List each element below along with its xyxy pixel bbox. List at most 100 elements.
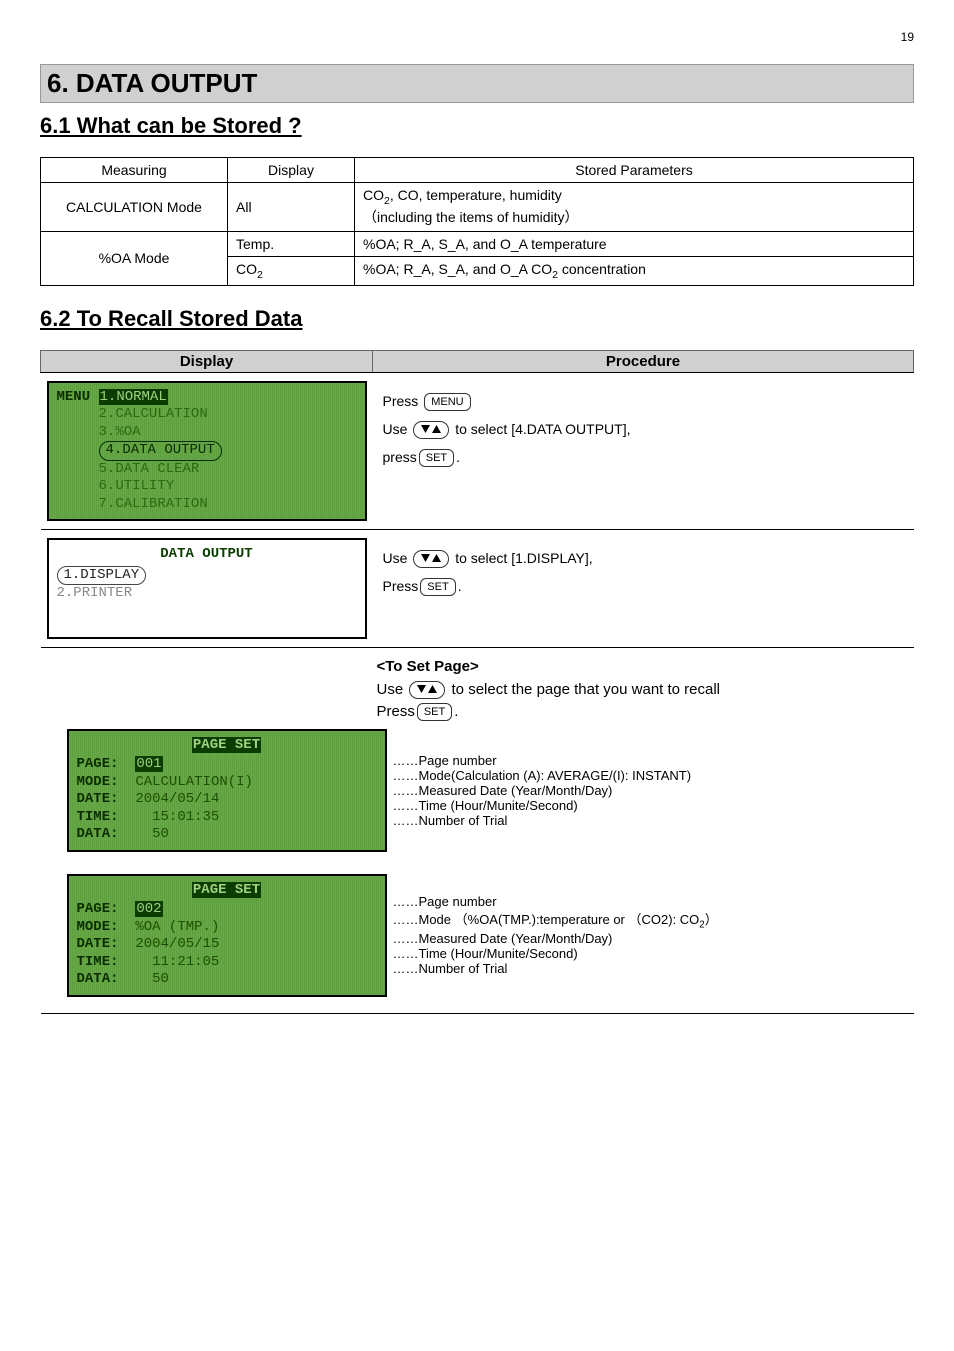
t1-r1c3-c: （including the items of humidity） — [363, 209, 579, 225]
note1-1: ……Page number — [393, 753, 908, 768]
t1-r1c1: CALCULATION Mode — [41, 183, 228, 232]
lcd4-r5v: 50 — [152, 971, 169, 987]
notes-group-2: ……Page number ……Mode （%OA(TMP.):temperat… — [387, 894, 908, 976]
proc2-dot: . — [458, 578, 462, 594]
lcd1-l5: 5.DATA CLEAR — [99, 461, 200, 477]
note2-3: ……Measured Date (Year/Month/Day) — [393, 931, 908, 946]
t1-r3c3-b: concentration — [558, 261, 646, 277]
note2-5: ……Number of Trial — [393, 961, 908, 976]
subsection-6-2: 6.2 To Recall Stored Data — [40, 306, 914, 332]
lcd-data-output: DATA OUTPUT 1.DISPLAY 2.PRINTER — [47, 538, 367, 639]
section-title: 6. DATA OUTPUT — [40, 64, 914, 103]
to-set-page-heading: <To Set Page> — [377, 658, 479, 675]
t1-r3c2-text: CO — [236, 261, 257, 277]
t1-h2: Display — [228, 158, 355, 183]
proc2-display: DATA OUTPUT 1.DISPLAY 2.PRINTER — [41, 530, 373, 648]
lcd3-r5l: DATA: — [77, 826, 119, 842]
lcd4-r3l: DATE: — [77, 936, 119, 952]
proc2-press: Press — [383, 578, 419, 594]
lcd3-r4l: TIME: — [77, 809, 119, 825]
lcd3-r1l: PAGE: — [77, 756, 119, 772]
set-button-icon-3: SET — [417, 703, 452, 721]
lcd4-title: PAGE SET — [192, 882, 261, 898]
lcd4-r4l: TIME: — [77, 954, 119, 970]
lcd2-l2: 2.PRINTER — [57, 585, 357, 603]
t1-h1: Measuring — [41, 158, 228, 183]
t1-r1c3: CO2, CO, temperature, humidity （includin… — [355, 183, 914, 232]
lcd2-title: DATA OUTPUT — [57, 546, 357, 564]
t1-h3: Stored Parameters — [355, 158, 914, 183]
note2-4: ……Time (Hour/Munite/Second) — [393, 946, 908, 961]
lcd3-r2l: MODE: — [77, 774, 119, 790]
subsection-6-1: 6.1 What can be Stored ? — [40, 113, 914, 139]
lcd4-r2v: %OA (TMP.) — [135, 919, 219, 935]
t1-r1c2: All — [228, 183, 355, 232]
notes-group-1: ……Page number ……Mode(Calculation (A): AV… — [387, 753, 908, 828]
lcd4-r1l: PAGE: — [77, 901, 119, 917]
lcd4-r3v: 2004/05/15 — [135, 936, 219, 952]
lcd4-r4v: 11:21:05 — [152, 954, 219, 970]
co2-sub-2: 2 — [257, 269, 263, 281]
lcd3-r3v: 2004/05/14 — [135, 791, 219, 807]
proc2-to-select: to select [1.DISPLAY], — [455, 550, 592, 566]
lcd-menu: MENU 1.NORMAL 2.CALCULATION 3.%OA 4.DATA… — [47, 381, 367, 522]
set-button-icon: SET — [419, 449, 454, 467]
proc1-to-select: to select [4.DATA OUTPUT], — [455, 421, 630, 437]
menu-button-icon: MENU — [424, 393, 470, 411]
lcd4-r1v: 002 — [135, 901, 162, 917]
note1-3: ……Measured Date (Year/Month/Day) — [393, 783, 908, 798]
note1-2: ……Mode(Calculation (A): AVERAGE/(I): INS… — [393, 768, 908, 783]
proc1-use: Use — [383, 421, 412, 437]
proc-h-display: Display — [41, 350, 373, 372]
t1-r2c1: %OA Mode — [41, 231, 228, 285]
note1-4: ……Time (Hour/Munite/Second) — [393, 798, 908, 813]
proc3-dot: . — [454, 703, 458, 720]
lcd1-l3: 3.%OA — [99, 424, 141, 440]
t1-r2c2: Temp. — [228, 231, 355, 256]
t1-r3c2: CO2 — [228, 256, 355, 285]
proc3-use: Use — [377, 681, 408, 698]
t1-r3c3-a: %OA; R_A, S_A, and O_A CO — [363, 261, 552, 277]
procedure-table: Display Procedure MENU 1.NORMAL 2.CALCUL… — [40, 350, 914, 1014]
lcd3-r1v: 001 — [135, 756, 162, 772]
proc3-to-select: to select the page that you want to reca… — [452, 681, 721, 698]
proc1-press: Press — [383, 393, 423, 409]
lcd3-r2v: CALCULATION(I) — [135, 774, 253, 790]
proc-h-procedure: Procedure — [373, 350, 914, 372]
proc1-dot: . — [456, 449, 460, 465]
t1-r2c3: %OA; R_A, S_A, and O_A temperature — [355, 231, 914, 256]
proc1-procedure: Press MENU Use to select [4.DATA OUTPUT]… — [373, 372, 914, 530]
down-up-arrows-icon-3 — [409, 681, 445, 699]
t1-r3c3: %OA; R_A, S_A, and O_A CO2 concentration — [355, 256, 914, 285]
t1-r1c3-b: , CO, temperature, humidity — [390, 187, 562, 203]
lcd-page-set-2: PAGE SET PAGE: 002 MODE: %OA (TMP.) DATE… — [67, 874, 387, 997]
lcd2-l1: 1.DISPLAY — [57, 566, 147, 586]
proc1-display: MENU 1.NORMAL 2.CALCULATION 3.%OA 4.DATA… — [41, 372, 373, 530]
lcd-page-set-1: PAGE SET PAGE: 001 MODE: CALCULATION(I) … — [67, 729, 387, 852]
proc1-press2: press — [383, 449, 417, 465]
lcd1-l4: 4.DATA OUTPUT — [99, 441, 222, 461]
lcd1-l7: 7.CALIBRATION — [99, 496, 208, 512]
note2-2a: ……Mode （%OA(TMP.):temperature or （CO2): … — [393, 912, 700, 927]
note2-2b: ） — [705, 912, 718, 927]
note2-2: ……Mode （%OA(TMP.):temperature or （CO2): … — [393, 909, 908, 931]
down-up-arrows-icon-2 — [413, 550, 449, 568]
lcd3-title: PAGE SET — [192, 737, 261, 753]
set-button-icon-2: SET — [420, 578, 455, 596]
lcd4-r2l: MODE: — [77, 919, 119, 935]
proc2-use: Use — [383, 550, 412, 566]
note2-1: ……Page number — [393, 894, 908, 909]
lcd3-r4v: 15:01:35 — [152, 809, 219, 825]
page-number: 19 — [40, 30, 914, 44]
lcd4-r5l: DATA: — [77, 971, 119, 987]
proc2-procedure: Use to select [1.DISPLAY], PressSET. — [373, 530, 914, 648]
lcd1-menu: MENU — [57, 389, 91, 405]
lcd3-r3l: DATE: — [77, 791, 119, 807]
t1-r1c3-a: CO — [363, 187, 384, 203]
proc3-press: Press — [377, 703, 415, 720]
lcd1-l6: 6.UTILITY — [99, 478, 175, 494]
lcd3-r5v: 50 — [152, 826, 169, 842]
down-up-arrows-icon — [413, 421, 449, 439]
lcd1-l1: 1.NORMAL — [99, 389, 168, 405]
note1-5: ……Number of Trial — [393, 813, 908, 828]
